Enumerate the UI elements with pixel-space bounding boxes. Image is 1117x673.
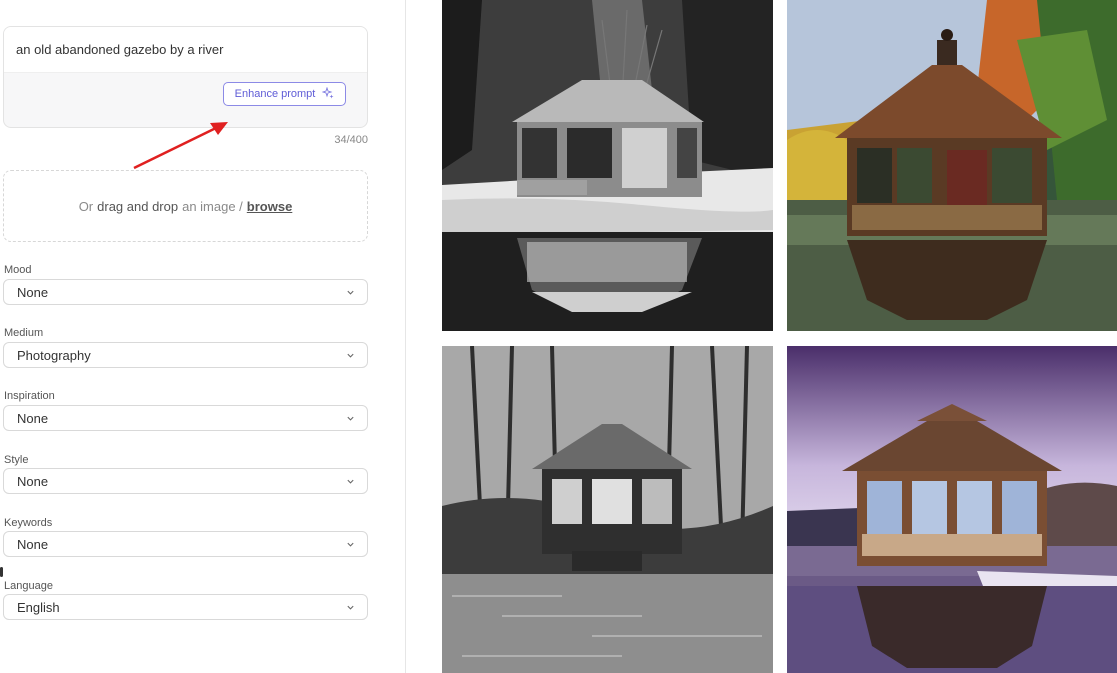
- enhance-prompt-button[interactable]: Enhance prompt: [223, 82, 346, 106]
- browse-link[interactable]: browse: [247, 199, 293, 214]
- gazebo-image-2[interactable]: [787, 0, 1117, 331]
- annotation-arrow-icon: [133, 122, 228, 170]
- chevron-down-icon: [347, 290, 354, 295]
- language-select[interactable]: English: [3, 594, 368, 620]
- prompt-text: an old abandoned gazebo by a river: [16, 42, 224, 57]
- prompt-input[interactable]: an old abandoned gazebo by a river: [4, 27, 367, 73]
- language-value: English: [17, 599, 60, 615]
- drop-zone-prefix: Or: [78, 198, 94, 214]
- medium-select[interactable]: Photography: [3, 342, 368, 368]
- keywords-select[interactable]: None: [3, 531, 368, 557]
- medium-value: Photography: [17, 347, 91, 363]
- chevron-down-icon: [347, 542, 354, 547]
- image-drop-zone[interactable]: Or drag and drop an image / browse: [3, 170, 368, 242]
- inspiration-label: Inspiration: [4, 390, 55, 402]
- mood-value: None: [17, 284, 49, 300]
- chevron-down-icon: [347, 605, 354, 610]
- drop-zone-middle: an image /: [182, 198, 243, 214]
- character-count: 34/400: [334, 134, 368, 146]
- style-select[interactable]: None: [3, 468, 368, 494]
- keywords-value: None: [17, 536, 49, 552]
- gazebo-image-3[interactable]: [442, 346, 773, 673]
- prompt-box: an old abandoned gazebo by a river Enhan…: [3, 26, 368, 128]
- mood-label: Mood: [4, 264, 32, 276]
- left-panel: an old abandoned gazebo by a river Enhan…: [0, 0, 406, 673]
- chevron-down-icon: [347, 479, 354, 484]
- edge-marker: [0, 567, 3, 577]
- drop-zone-drag-text: drag and drop: [97, 198, 179, 214]
- chevron-down-icon: [347, 353, 354, 358]
- gazebo-image-1[interactable]: [442, 0, 773, 331]
- gazebo-image-4[interactable]: [787, 346, 1117, 673]
- style-value: None: [17, 473, 49, 489]
- enhance-prompt-label: Enhance prompt: [234, 88, 316, 100]
- inspiration-value: None: [17, 410, 49, 426]
- chevron-down-icon: [347, 416, 354, 421]
- mood-select[interactable]: None: [3, 279, 368, 305]
- medium-label: Medium: [4, 327, 44, 339]
- keywords-label: Keywords: [4, 517, 53, 529]
- style-label: Style: [4, 454, 29, 466]
- language-label: Language: [4, 580, 53, 592]
- inspiration-select[interactable]: None: [3, 405, 368, 431]
- sparkle-icon: [321, 86, 334, 102]
